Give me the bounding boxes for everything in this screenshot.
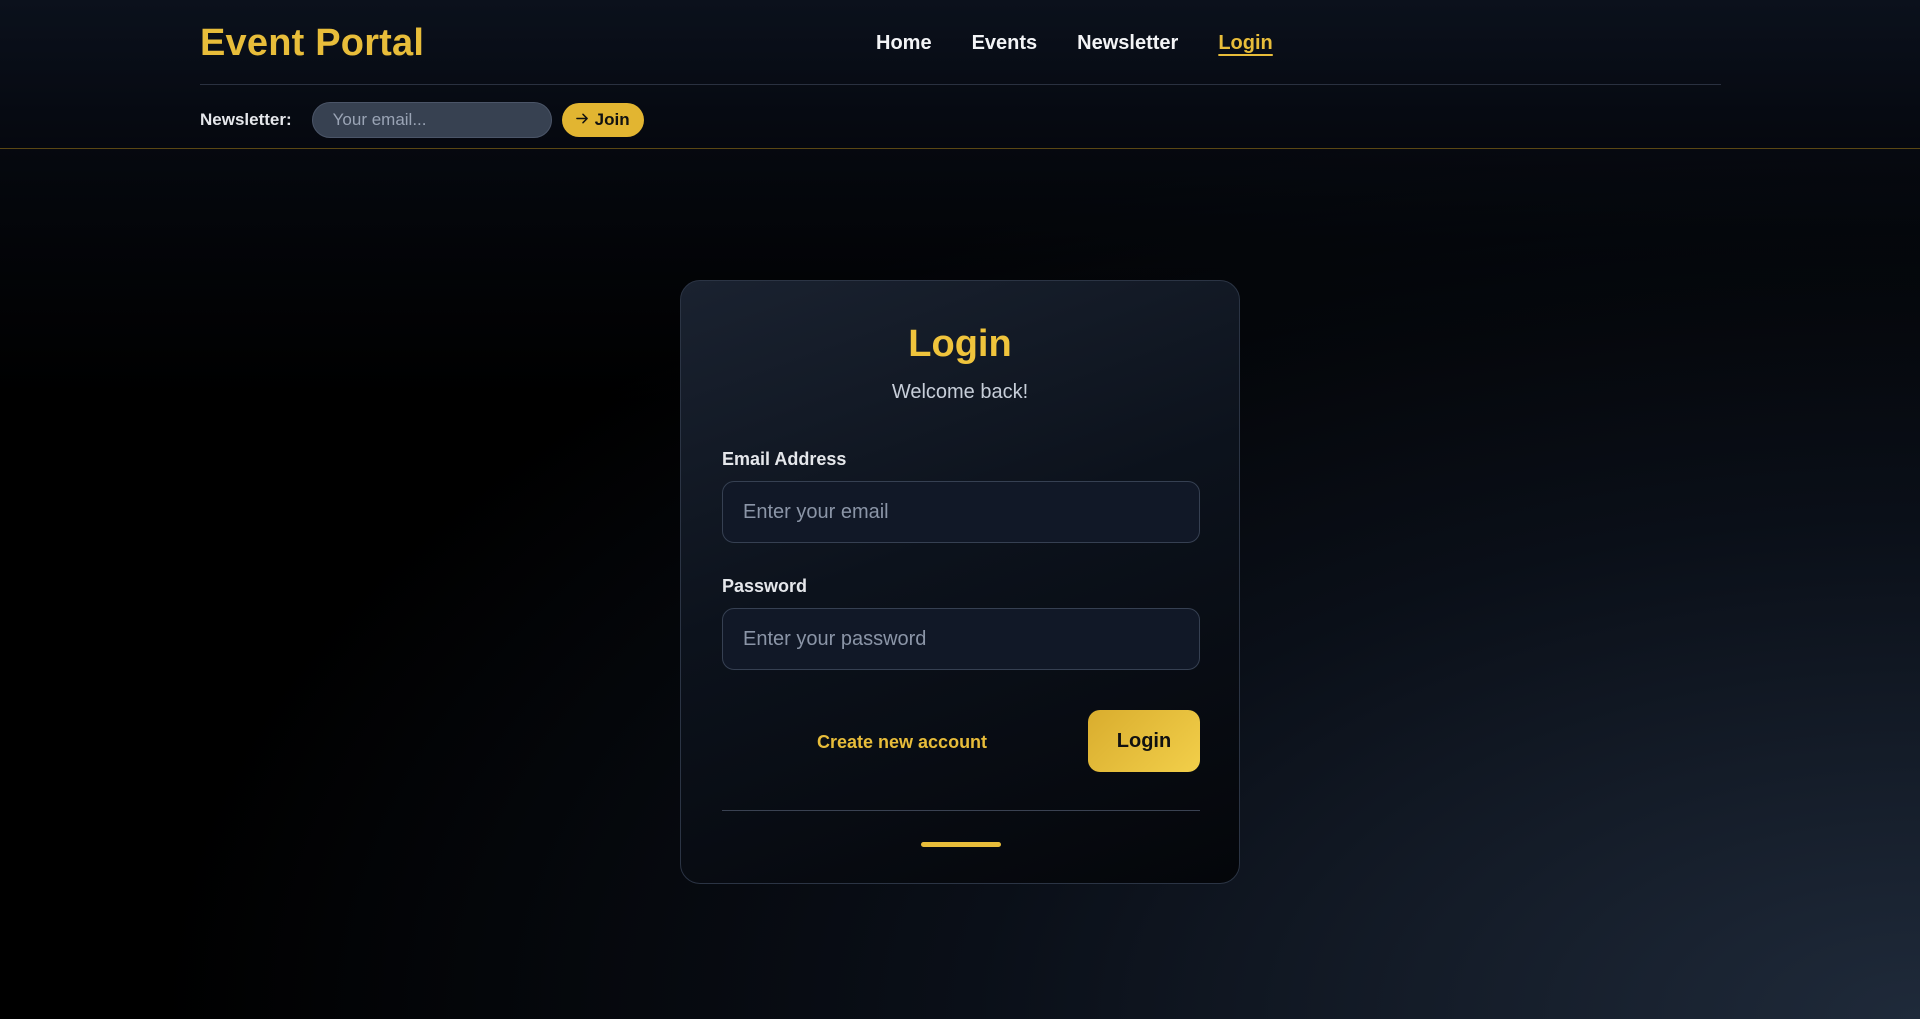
nav-link-newsletter[interactable]: Newsletter (1077, 32, 1178, 55)
newsletter-signup: Newsletter: Join (200, 101, 644, 139)
login-card: Login Welcome back! Email Address Passwo… (680, 280, 1240, 884)
main-nav: Home Events Newsletter Login (876, 32, 1273, 55)
email-field[interactable] (722, 481, 1200, 543)
email-label: Email Address (722, 449, 847, 469)
nav-link-home[interactable]: Home (876, 32, 932, 55)
arrow-right-icon (575, 110, 589, 130)
login-subtitle: Welcome back! (891, 381, 1029, 403)
nav-link-login[interactable]: Login (1218, 32, 1272, 55)
password-label: Password (722, 576, 808, 596)
newsletter-join-button[interactable]: Join (561, 103, 644, 137)
password-field[interactable] (722, 608, 1200, 670)
site-header: Event Portal Home Events Newsletter Logi… (0, 0, 1920, 149)
create-account-link[interactable]: Create new account (817, 732, 987, 753)
header-divider (200, 84, 1721, 85)
card-divider (722, 810, 1200, 811)
card-accent-bar (921, 842, 1001, 847)
brand-logo-text[interactable]: Event Portal (200, 22, 424, 65)
login-title: Login (908, 323, 1012, 365)
login-submit-button[interactable]: Login (1088, 710, 1200, 772)
newsletter-email-input[interactable] (311, 102, 552, 138)
header-container: Event Portal Home Events Newsletter Logi… (200, 0, 1721, 148)
join-button-label: Join (594, 110, 630, 129)
nav-link-events[interactable]: Events (972, 32, 1038, 55)
newsletter-label: Newsletter: (200, 110, 292, 129)
